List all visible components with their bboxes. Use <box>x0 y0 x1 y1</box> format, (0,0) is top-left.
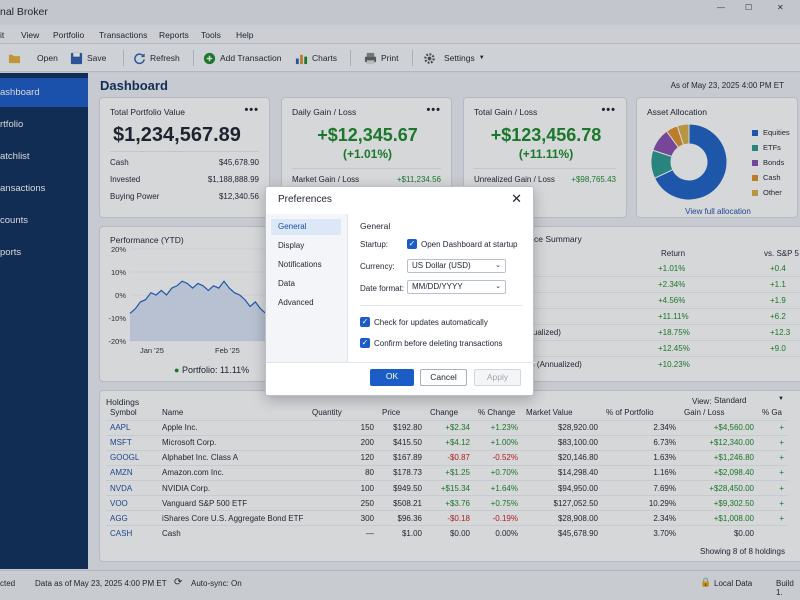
preferences-dialog: Preferences ✕ General Display Notificati… <box>265 186 535 396</box>
section-title: General <box>360 221 391 231</box>
date-format-select[interactable]: MM/DD/YYYY ⌄ <box>407 280 506 294</box>
chevron-down-icon: ⌄ <box>495 262 501 269</box>
nav-display[interactable]: Display <box>271 238 341 254</box>
date-format-value: MM/DD/YYYY <box>412 282 463 291</box>
nav-data[interactable]: Data <box>271 276 341 292</box>
ok-button[interactable]: OK <box>370 369 414 386</box>
nav-advanced[interactable]: Advanced <box>271 295 341 311</box>
divider <box>266 362 535 363</box>
date-format-label: Date format: <box>360 284 405 293</box>
startup-label: Startup: <box>360 240 389 249</box>
currency-value: US Dollar (USD) <box>412 261 471 270</box>
cancel-button[interactable]: Cancel <box>420 369 467 386</box>
currency-select[interactable]: US Dollar (USD) ⌄ <box>407 259 506 273</box>
dialog-title: Preferences <box>278 194 332 205</box>
currency-label: Currency: <box>360 262 395 271</box>
divider <box>360 305 522 306</box>
confirm-delete-label: Confirm before deleting transactions <box>374 339 503 348</box>
check-updates-checkbox[interactable]: ✓ <box>360 317 370 327</box>
chevron-down-icon: ⌄ <box>495 283 501 290</box>
preferences-nav: General Display Notifications Data Advan… <box>266 214 348 362</box>
confirm-delete-checkbox[interactable]: ✓ <box>360 338 370 348</box>
check-updates-label: Check for updates automatically <box>374 318 488 327</box>
nav-notifications[interactable]: Notifications <box>271 257 341 273</box>
apply-button[interactable]: Apply <box>474 369 521 386</box>
startup-checkbox[interactable]: ✓ <box>407 239 417 249</box>
close-icon[interactable]: ✕ <box>511 191 522 207</box>
startup-option-label: Open Dashboard at startup <box>421 240 518 249</box>
nav-general[interactable]: General <box>271 219 341 235</box>
